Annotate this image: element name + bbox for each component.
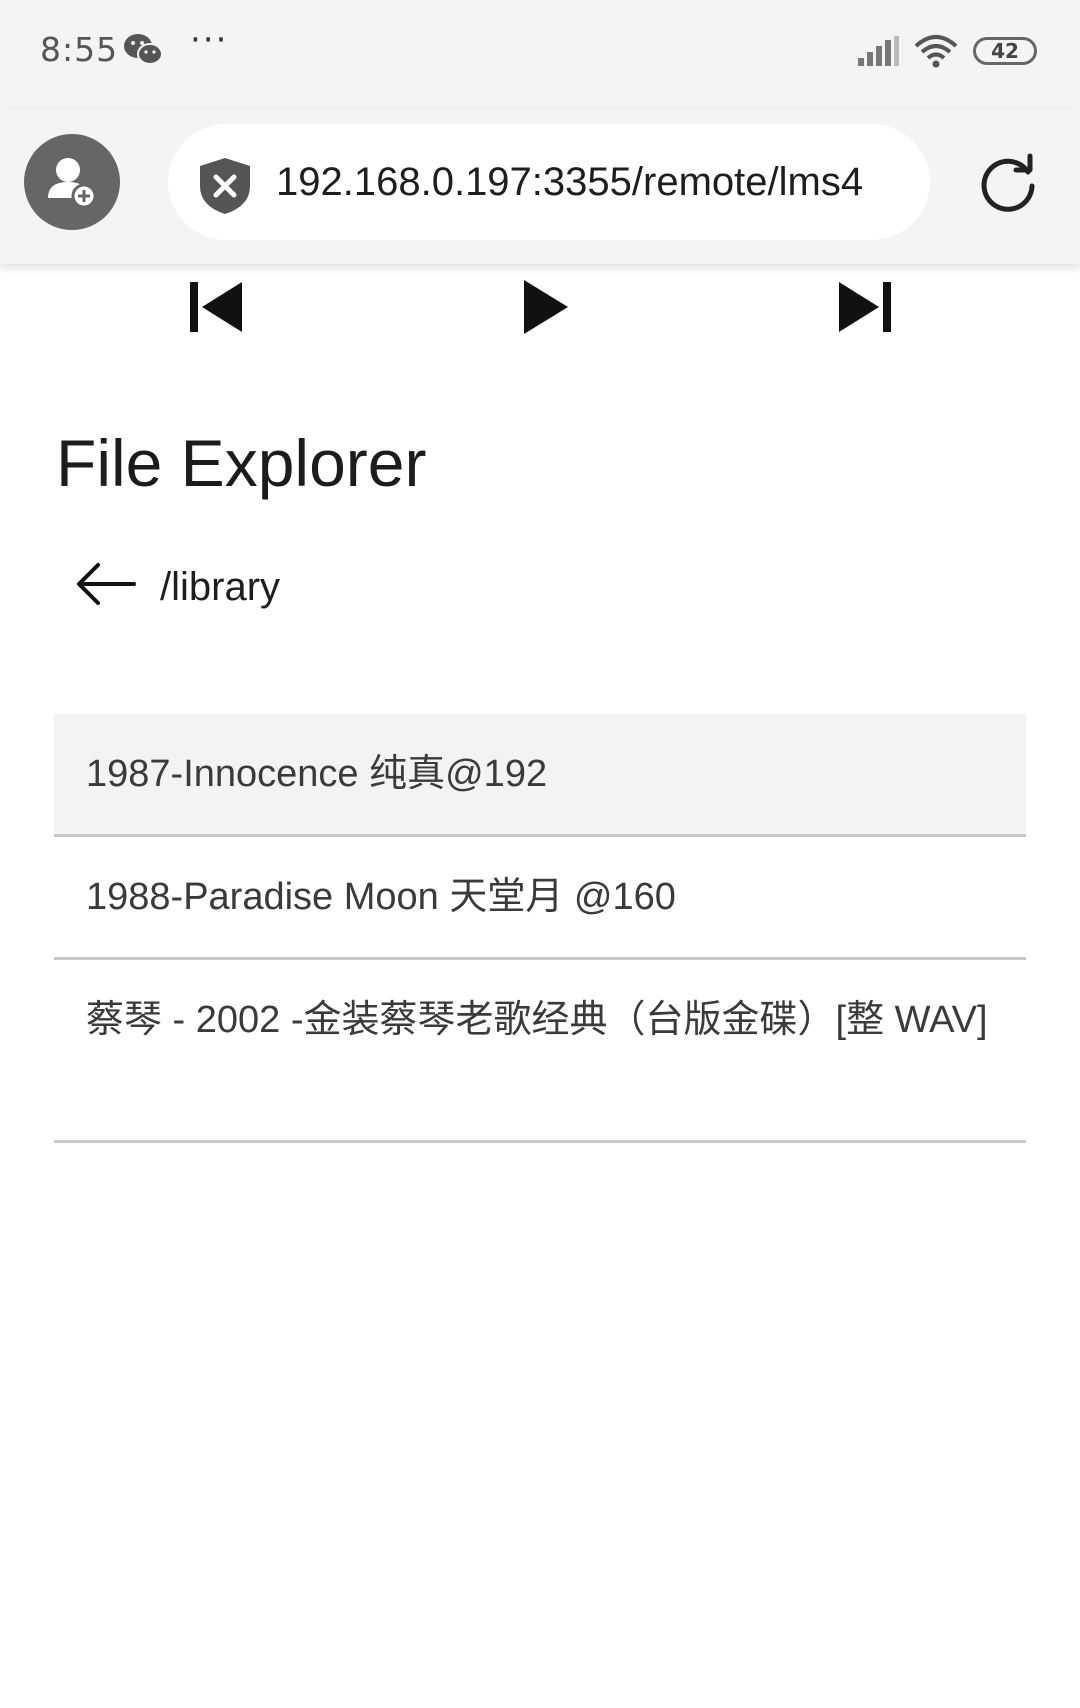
reload-icon[interactable] [976, 150, 1040, 214]
current-path: /library [160, 565, 281, 609]
play-icon[interactable] [518, 274, 578, 340]
url-text[interactable]: 192.168.0.197:3355/remote/lms4 [276, 160, 863, 205]
player-controls [0, 264, 1080, 384]
list-item[interactable]: 1987-Innocence 纯真@192 [54, 714, 1026, 837]
wechat-icon [124, 34, 163, 65]
list-item[interactable]: 蔡琴 - 2002 -金装蔡琴老歌经典（台版金碟）[整 WAV] [54, 960, 1026, 1143]
breadcrumb: /library [74, 555, 974, 625]
list-item[interactable]: 1988-Paradise Moon 天堂月 @160 [54, 837, 1026, 960]
add-user-button[interactable] [24, 134, 120, 230]
shield-x-icon [200, 158, 250, 214]
wifi-icon [914, 35, 958, 68]
more-dots-icon: ··· [190, 20, 229, 60]
status-bar: 8:55 ··· 42 [0, 0, 1080, 110]
skip-next-icon[interactable] [833, 274, 893, 340]
address-bar[interactable]: 192.168.0.197:3355/remote/lms4 [168, 124, 930, 240]
status-time: 8:55 [40, 30, 119, 69]
signal-icon [858, 36, 899, 66]
file-list: 1987-Innocence 纯真@192 1988-Paradise Moon… [54, 714, 1026, 1143]
skip-previous-icon[interactable] [188, 274, 248, 340]
add-user-icon [48, 158, 97, 209]
page-title: File Explorer [56, 426, 427, 500]
battery-icon: 42 [973, 37, 1037, 65]
back-arrow-icon[interactable] [74, 559, 136, 609]
browser-toolbar: 192.168.0.197:3355/remote/lms4 [0, 110, 1080, 264]
